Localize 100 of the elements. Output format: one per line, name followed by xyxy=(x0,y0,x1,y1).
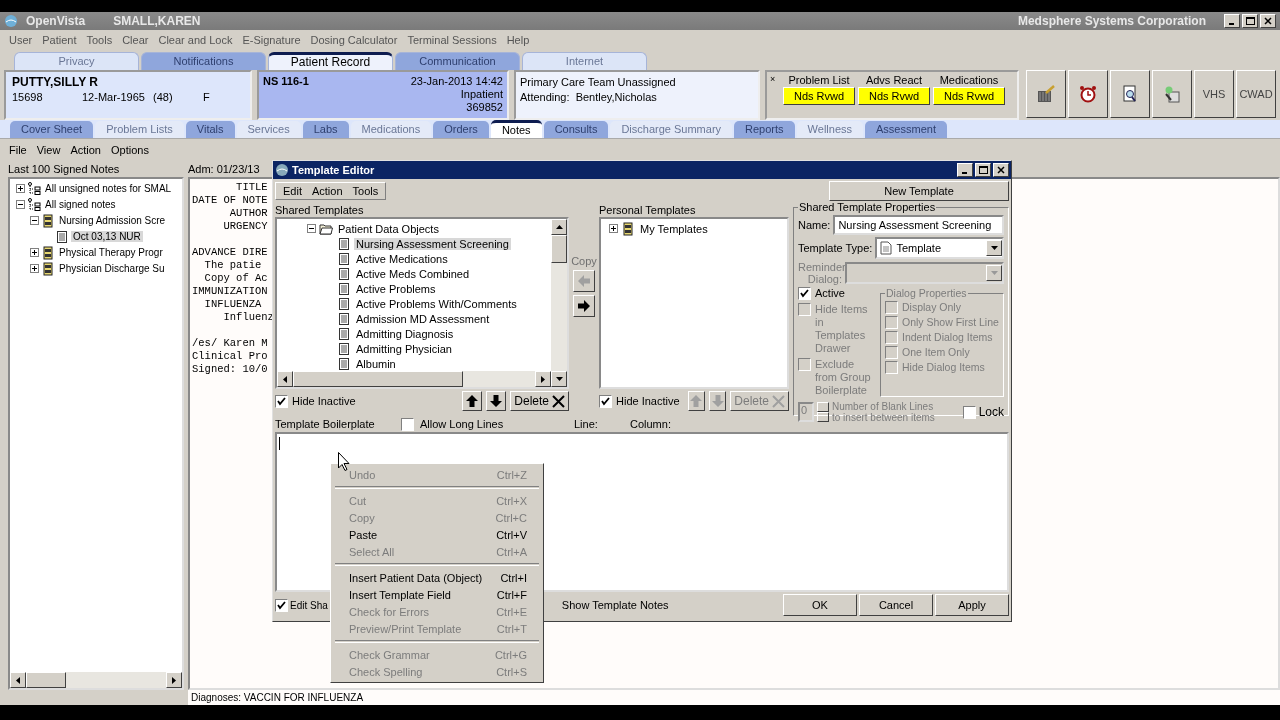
close-button[interactable] xyxy=(993,163,1009,177)
chart-edit-button[interactable] xyxy=(1026,69,1066,118)
tab[interactable]: Services xyxy=(236,120,301,138)
tab[interactable]: Internet xyxy=(522,51,647,70)
maximize-button[interactable] xyxy=(975,163,991,177)
tab[interactable]: Privacy xyxy=(14,51,139,70)
scroll-thumb[interactable] xyxy=(26,672,66,688)
horizontal-scrollbar[interactable] xyxy=(10,672,182,688)
scroll-left-icon[interactable] xyxy=(16,676,20,684)
move-down-button[interactable] xyxy=(708,391,727,411)
checkbox[interactable] xyxy=(599,394,612,408)
tab[interactable]: Orders xyxy=(433,120,489,138)
menu-item[interactable]: Tools xyxy=(347,185,384,197)
spin-buttons[interactable] xyxy=(817,402,829,422)
move-down-button[interactable] xyxy=(486,391,507,411)
checkbox[interactable] xyxy=(275,394,288,408)
review-button[interactable]: Nds Rvwd xyxy=(933,86,1005,105)
menu-item[interactable]: Insert Template Field Ctrl+F xyxy=(333,586,541,603)
scroll-left-icon[interactable] xyxy=(283,375,287,383)
tree-item[interactable]: My Templates xyxy=(638,222,710,235)
care-team-panel[interactable]: Primary Care Team Unassigned Attending: Bentley,Nicholas xyxy=(514,69,760,120)
tab[interactable]: Patient Record xyxy=(268,51,393,70)
scroll-up-icon[interactable] xyxy=(555,225,563,229)
menu-item[interactable]: Clear and Lock xyxy=(153,33,238,46)
name-field[interactable]: Nursing Assessment Screening xyxy=(833,215,1004,235)
menu-item[interactable]: Action xyxy=(306,185,348,197)
menu-item[interactable]: Terminal Sessions xyxy=(402,33,502,46)
tree-item[interactable]: Active Meds Combined xyxy=(354,267,472,280)
tab[interactable]: Labs xyxy=(302,120,349,138)
review-button[interactable]: Nds Rvwd xyxy=(783,86,855,105)
collapse-icon[interactable] xyxy=(307,224,316,233)
scroll-down-icon[interactable] xyxy=(555,377,563,381)
dialog-button[interactable]: Cancel xyxy=(859,594,933,616)
reminder-dialog-dropdown[interactable] xyxy=(845,262,1004,284)
personal-templates-tree[interactable]: My Templates xyxy=(599,217,789,389)
tree-item[interactable]: Patient Data Objects xyxy=(336,222,441,235)
scroll-thumb[interactable] xyxy=(551,235,567,263)
dialog-button[interactable]: Apply xyxy=(935,594,1009,616)
expand-icon[interactable] xyxy=(30,248,39,258)
close-mark[interactable]: × xyxy=(770,73,780,116)
tab[interactable]: Medications xyxy=(350,120,432,138)
tree-item[interactable]: All unsigned notes for SMAL xyxy=(43,183,174,195)
alarm-clock-button[interactable] xyxy=(1068,69,1108,118)
scroll-right-icon[interactable] xyxy=(172,676,176,684)
menu-item[interactable]: Insert Patient Data (Object) Ctrl+I xyxy=(333,569,541,586)
tree-item[interactable]: All signed notes xyxy=(43,199,118,211)
close-button[interactable] xyxy=(1260,14,1276,28)
collapse-icon[interactable] xyxy=(30,216,39,226)
notes-tree[interactable]: All unsigned notes for SMAL All signed notes Nursing Admission Scre Oct 03,13 NUR Physical Therapy Progr Physician Discharge Su xyxy=(8,176,184,690)
template-type-dropdown[interactable]: Template xyxy=(875,237,1004,259)
expand-icon[interactable] xyxy=(609,224,618,233)
delete-button[interactable]: Delete xyxy=(510,391,569,411)
menu-item[interactable]: Paste Ctrl+V xyxy=(333,526,541,543)
minimize-button[interactable] xyxy=(1224,14,1240,28)
menu-item[interactable]: Dosing Calculator xyxy=(305,33,403,46)
tree-item[interactable]: Active Problems With/Comments xyxy=(354,297,519,310)
tab[interactable]: Consults xyxy=(543,120,609,138)
tree-item[interactable]: Physician Discharge Su xyxy=(57,263,167,275)
scroll-thumb[interactable] xyxy=(293,371,463,387)
scroll-right-icon[interactable] xyxy=(541,375,545,383)
expand-icon[interactable] xyxy=(16,184,25,194)
tree-item[interactable]: Oct 03,13 NUR xyxy=(71,231,143,243)
menu-item[interactable]: Action xyxy=(65,143,106,156)
menu-item[interactable]: E-Signature xyxy=(237,33,306,46)
tab[interactable]: Assessment xyxy=(865,120,947,138)
tab[interactable]: Problem Lists xyxy=(95,120,184,138)
tree-item[interactable]: Admitting Diagnosis xyxy=(354,327,456,340)
checkbox[interactable] xyxy=(798,287,811,300)
tree-item[interactable]: Active Problems xyxy=(354,282,438,295)
tool-button[interactable]: CWAD xyxy=(1236,69,1276,118)
menu-item[interactable]: Options xyxy=(105,143,154,156)
menu-item[interactable]: Edit xyxy=(278,185,307,197)
minimize-button[interactable] xyxy=(957,163,973,177)
dialog-button[interactable]: OK xyxy=(783,594,857,616)
tab[interactable]: Vitals xyxy=(185,120,235,138)
menu-item[interactable]: File xyxy=(4,143,32,156)
move-up-button[interactable] xyxy=(462,391,483,411)
checkbox[interactable] xyxy=(275,598,288,612)
dropdown-arrow-icon[interactable] xyxy=(990,246,998,250)
tree-item[interactable]: Nursing Admission Scre xyxy=(57,215,168,227)
patient-panel[interactable]: PUTTY,SILLY R 15698 12-Mar-1965 (48) F xyxy=(4,69,252,120)
menu-item[interactable]: View xyxy=(31,143,66,156)
maximize-button[interactable] xyxy=(1242,14,1258,28)
menu-item[interactable]: Help xyxy=(501,33,535,46)
tree-item[interactable]: Albumin xyxy=(354,357,398,370)
menu-item[interactable]: User xyxy=(4,33,38,46)
horizontal-scrollbar[interactable] xyxy=(277,371,551,387)
tree-item[interactable]: Active Medications xyxy=(354,252,450,265)
tree-item[interactable]: Physical Therapy Progr xyxy=(57,247,165,259)
tool-button[interactable]: VHS xyxy=(1194,69,1234,118)
menu-item[interactable]: Patient xyxy=(37,33,82,46)
tab[interactable]: Reports xyxy=(734,120,795,138)
review-button[interactable]: Nds Rvwd xyxy=(858,86,930,105)
vertical-scrollbar[interactable] xyxy=(551,219,567,387)
collapse-icon[interactable] xyxy=(16,200,25,210)
location-panel[interactable]: NS 116-1 23-Jan-2013 14:42 Inpatient 369852 xyxy=(257,69,509,120)
checkbox[interactable] xyxy=(401,417,414,431)
document-search-button[interactable] xyxy=(1110,69,1150,118)
new-template-button[interactable]: New Template xyxy=(829,181,1009,201)
tree-item[interactable]: Admitting Physician xyxy=(354,342,454,355)
